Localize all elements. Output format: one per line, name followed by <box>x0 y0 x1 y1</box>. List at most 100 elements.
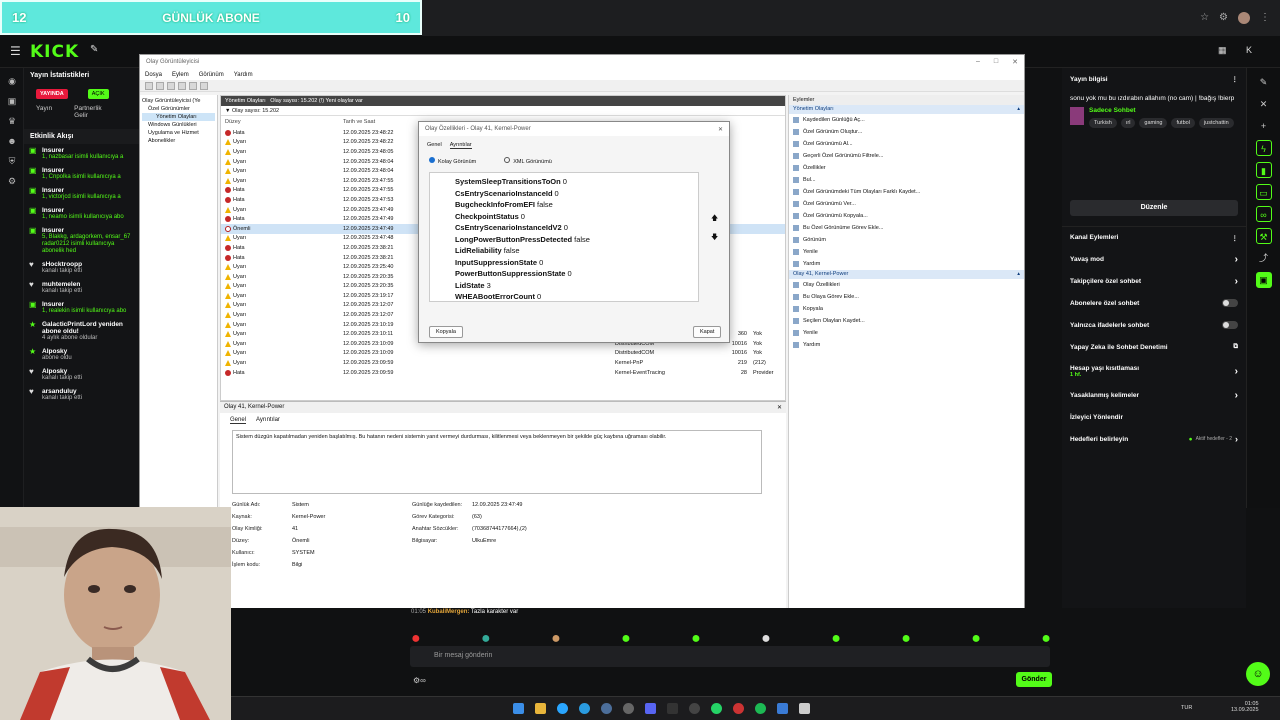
feed-user[interactable]: Alposky <box>42 368 82 375</box>
column-level[interactable]: Düzey <box>225 119 343 125</box>
action-item[interactable]: Özel Görünümü Al... <box>789 138 1024 150</box>
action-item[interactable]: Olay Özellikleri <box>789 279 1024 291</box>
channel-action[interactable]: Yavaş mod › <box>1062 248 1246 270</box>
stream-icon[interactable]: ◉ <box>6 76 18 88</box>
chat-input[interactable]: Bir mesaj gönderin <box>410 646 1050 667</box>
stream-tag[interactable]: futbol <box>1171 118 1195 128</box>
action-item[interactable]: Özel Görünümdeki Tüm Olayları Farklı Kay… <box>789 186 1024 198</box>
close-icon[interactable]: ✕ <box>1012 58 1018 66</box>
plus-icon[interactable]: + <box>1256 118 1272 134</box>
hamburger-icon[interactable]: ☰ <box>10 44 21 58</box>
feed-user[interactable]: Alposky <box>42 348 72 355</box>
arrow-up-icon[interactable]: 🡅 <box>711 214 718 225</box>
action-item[interactable]: Yardım <box>789 339 1024 351</box>
feed-user[interactable]: arsanduluy <box>42 388 82 395</box>
windows-start-icon[interactable] <box>513 703 524 714</box>
app-icon[interactable]: ▣ <box>1255 272 1272 288</box>
pin-icon[interactable]: ✎ <box>90 44 98 55</box>
avatar[interactable] <box>1238 12 1250 24</box>
send-button[interactable]: Gönder <box>1016 672 1052 687</box>
menu-view[interactable]: Görünüm <box>199 72 224 78</box>
channel-action[interactable]: Hedefleri belirleyin ● Aktif hedefler - 2 › <box>1062 428 1246 450</box>
external-link-icon[interactable]: ⧉ <box>1233 343 1238 351</box>
table-row[interactable]: Uyarı 12.09.2025 23:10:09 DistributedCOM 10… <box>221 349 785 359</box>
folder-icon[interactable] <box>535 703 546 714</box>
event-data-view[interactable]: SystemSleepTransitionsToOn 0 CsEntryScenar… <box>429 172 699 302</box>
forward-icon[interactable] <box>156 82 164 90</box>
chevron-right-icon[interactable]: › <box>1235 254 1238 265</box>
chevron-right-icon[interactable]: › <box>1235 366 1238 377</box>
category-name[interactable]: Sadece Sohbet <box>1089 107 1234 114</box>
up-icon[interactable] <box>167 82 175 90</box>
action-item[interactable]: Bu Özel Görünüme Görev Ekle... <box>789 222 1024 234</box>
layout-icon[interactable]: ▦ <box>1218 45 1227 56</box>
chat-icon[interactable]: ▭ <box>1255 184 1272 200</box>
chevron-right-icon[interactable]: › <box>1235 276 1238 287</box>
app-icon[interactable] <box>733 703 744 714</box>
keyboard-language[interactable]: TUR <box>1181 705 1192 711</box>
maximize-icon[interactable]: □ <box>994 58 998 66</box>
action-item[interactable]: Özel Görünüm Oluştur... <box>789 126 1024 138</box>
notepad-icon[interactable] <box>799 703 810 714</box>
actions-section-1[interactable]: Yönetim Olayları ▴ <box>789 105 1024 114</box>
table-row[interactable]: Hata 12.09.2025 23:09:59 Kernel-EventTraci… <box>221 368 785 378</box>
action-item[interactable]: Kaydedilen Günlüğü Aç... <box>789 114 1024 126</box>
channel-action[interactable]: Yasaklanmış kelimeler › <box>1062 384 1246 406</box>
channel-action[interactable]: Yapay Zeka ile Sohbet Denetimi ⧉ <box>1062 336 1246 358</box>
radio-xml-view[interactable]: XML Görünümü <box>504 157 552 165</box>
action-item[interactable]: Özel Görünümü Kopyala... <box>789 210 1024 222</box>
chevron-right-icon[interactable]: › <box>1235 434 1238 444</box>
feed-user[interactable]: Insurer <box>42 167 121 174</box>
edit-button[interactable]: Düzenle <box>1070 200 1238 216</box>
feed-user[interactable]: Insurer <box>42 301 126 308</box>
pencil-icon[interactable]: ✎ <box>1256 74 1272 90</box>
action-item[interactable]: Yenile <box>789 246 1024 258</box>
trash-icon[interactable]: ▮ <box>1255 162 1272 178</box>
table-row[interactable]: Uyarı 12.09.2025 23:09:59 Kernel-PnP 219 (21… <box>221 358 785 368</box>
stream-tag[interactable]: Turkish <box>1089 118 1117 128</box>
dashboard-icon[interactable]: ▣ <box>6 96 18 108</box>
close-icon[interactable]: ✕ <box>777 404 782 411</box>
stream-tag[interactable]: justchattin <box>1198 118 1234 128</box>
feed-user[interactable]: sHocktroopp <box>42 261 82 268</box>
feed-user[interactable]: muhtemelen <box>42 281 82 288</box>
chat-float-button[interactable]: ☺ <box>1246 662 1270 686</box>
channel-action[interactable]: Abonelere özel sohbet <box>1062 292 1246 314</box>
tree-windows-logs[interactable]: Windows Günlükleri <box>142 121 215 129</box>
tab-details[interactable]: Ayrıntılar <box>449 142 472 149</box>
menu-icon[interactable]: ⋮ <box>1260 12 1270 24</box>
help-icon[interactable] <box>189 82 197 90</box>
close-icon[interactable]: ✕ <box>718 126 723 133</box>
tab-details[interactable]: Ayrıntılar <box>256 417 280 424</box>
more-icon[interactable]: ⋮ <box>1232 75 1239 83</box>
more-icon[interactable]: ⋮ <box>1232 234 1239 242</box>
lightning-icon[interactable]: ϟ <box>1255 140 1272 156</box>
obs-icon[interactable] <box>689 703 700 714</box>
gear-icon[interactable]: ⚙ <box>6 176 18 188</box>
channel-action[interactable]: Yalnızca ifadelerle sohbet <box>1062 314 1246 336</box>
store-icon[interactable] <box>777 703 788 714</box>
channel-action[interactable]: Hesap yaşı kısıtlaması 1 hf. › <box>1062 358 1246 384</box>
minimize-icon[interactable]: – <box>976 58 980 66</box>
tree-subscriptions[interactable]: Abonelikler <box>142 137 215 145</box>
telegram-icon[interactable] <box>579 703 590 714</box>
feed-user[interactable]: Insurer <box>42 207 124 214</box>
feed-user[interactable]: Insurer <box>42 147 123 154</box>
arrow-down-icon[interactable]: 🡇 <box>711 233 718 244</box>
action-item[interactable]: Kopyala <box>789 303 1024 315</box>
tab-general[interactable]: Genel <box>427 142 442 149</box>
star-icon[interactable]: ☆ <box>1200 12 1209 24</box>
action-item[interactable]: Görünüm <box>789 234 1024 246</box>
menu-file[interactable]: Dosya <box>145 72 162 78</box>
action-item[interactable]: Geçerli Özel Görünümü Filtrele... <box>789 150 1024 162</box>
link-icon[interactable]: ∞ <box>1255 206 1272 222</box>
trophy-icon[interactable]: ♛ <box>6 116 18 128</box>
properties-icon[interactable] <box>178 82 186 90</box>
channel-action[interactable]: Takipçilere özel sohbet › <box>1062 270 1246 292</box>
chevron-right-icon[interactable]: › <box>1235 390 1238 401</box>
action-item[interactable]: Özel Görünümü Ver... <box>789 198 1024 210</box>
feed-user[interactable]: Insurer <box>42 227 135 234</box>
tab-general[interactable]: Genel <box>230 417 247 424</box>
discord-icon[interactable] <box>645 703 656 714</box>
shield-icon[interactable]: ⛨ <box>6 156 18 168</box>
